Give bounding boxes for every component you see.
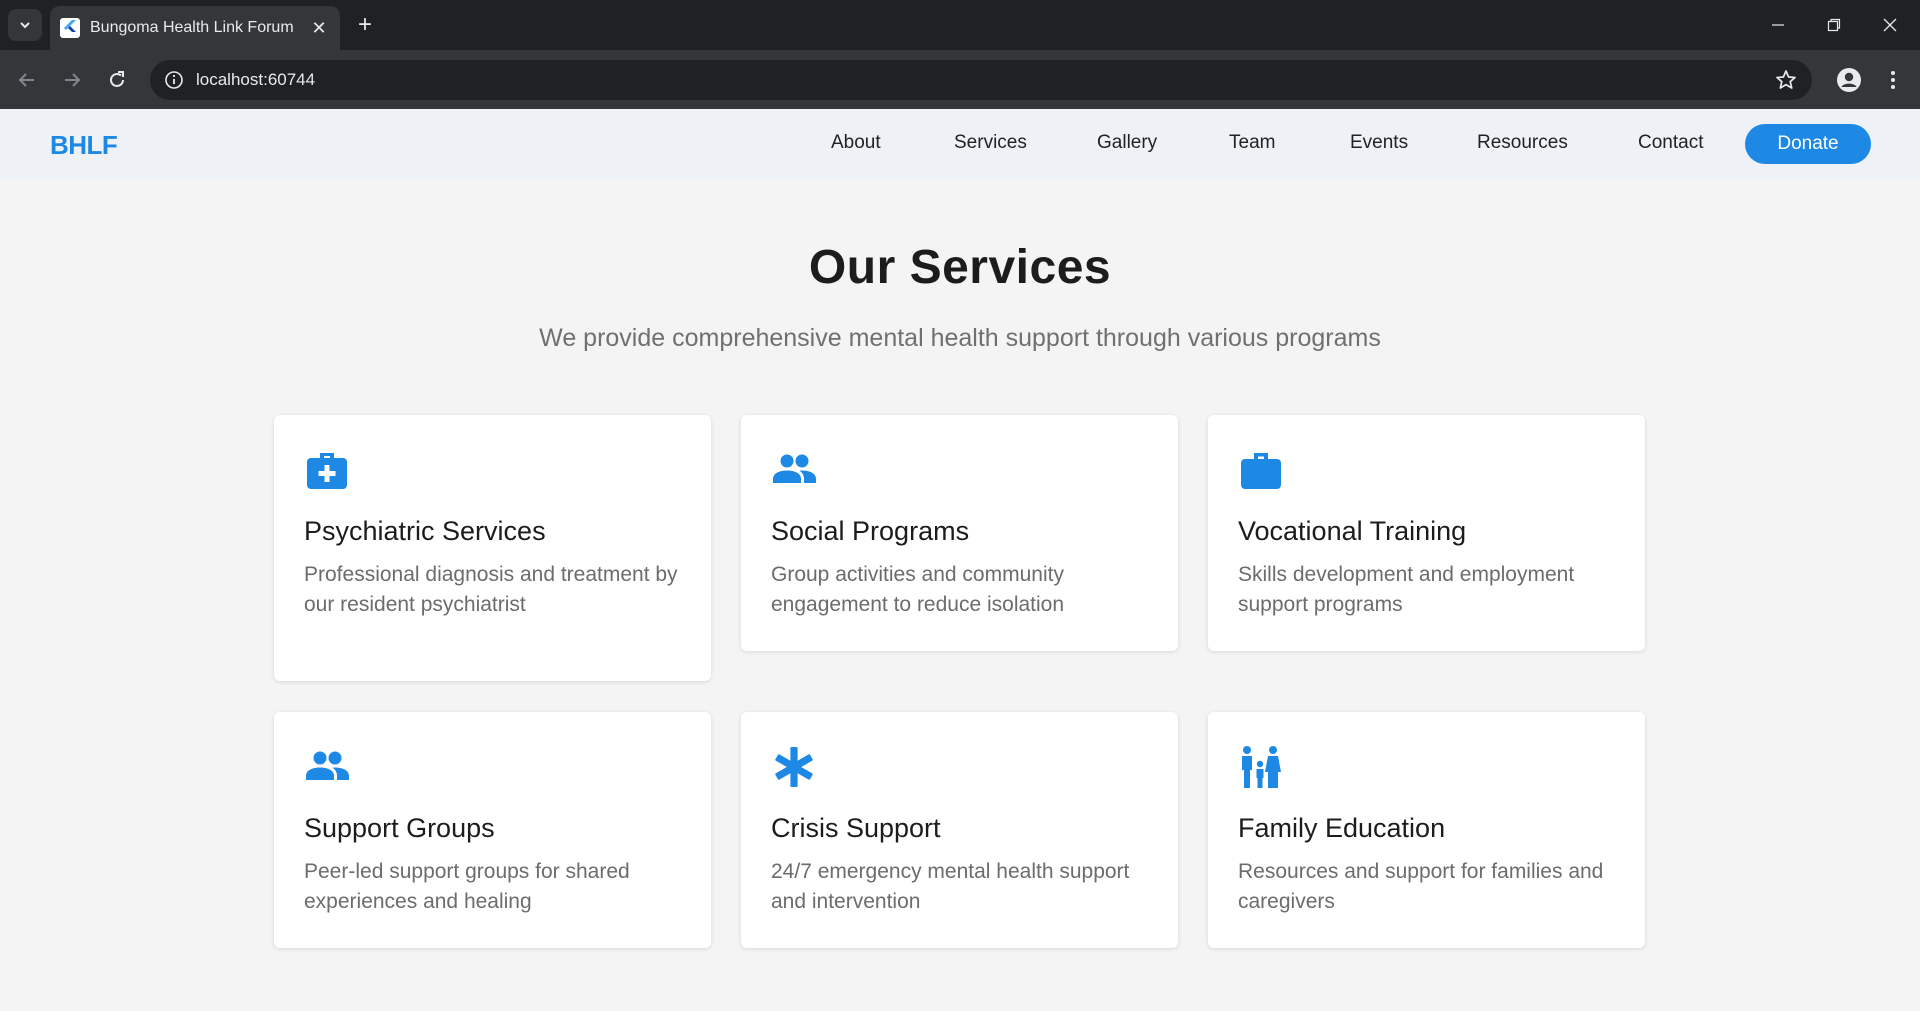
nav-team[interactable]: Team bbox=[1229, 132, 1275, 154]
nav-services[interactable]: Services bbox=[954, 132, 1027, 154]
service-card-crisis[interactable]: Crisis Support 24/7 emergency mental hea… bbox=[741, 712, 1178, 948]
site-info-icon[interactable] bbox=[164, 70, 184, 90]
nav-events[interactable]: Events bbox=[1350, 132, 1408, 154]
card-title: Support Groups bbox=[304, 813, 495, 843]
tab-title: Bungoma Health Link Forum bbox=[90, 19, 294, 36]
url-text[interactable]: localhost:60744 bbox=[196, 70, 315, 90]
nav-gallery[interactable]: Gallery bbox=[1097, 132, 1157, 154]
nav-contact[interactable]: Contact bbox=[1638, 132, 1703, 154]
forward-arrow-icon[interactable] bbox=[55, 63, 89, 97]
card-description: Peer-led support groups for shared exper… bbox=[304, 860, 630, 913]
service-card-social[interactable]: Social Programs Group activities and com… bbox=[741, 415, 1178, 651]
card-title: Crisis Support bbox=[771, 813, 941, 843]
briefcase-icon bbox=[1241, 453, 1281, 489]
chevron-down-icon bbox=[20, 22, 30, 29]
service-card-psychiatric[interactable]: Psychiatric Services Professional diagno… bbox=[274, 415, 711, 681]
profile-avatar-icon[interactable] bbox=[1832, 63, 1866, 97]
address-bar[interactable]: localhost:60744 bbox=[150, 60, 1812, 100]
reload-icon[interactable] bbox=[100, 63, 134, 97]
card-title: Social Programs bbox=[771, 516, 970, 546]
card-description: Skills development and employment suppor… bbox=[1238, 563, 1575, 616]
nav-resources[interactable]: Resources bbox=[1477, 132, 1568, 154]
donate-button[interactable]: Donate bbox=[1745, 124, 1871, 164]
tab-search-button[interactable] bbox=[8, 9, 42, 41]
back-arrow-icon[interactable] bbox=[10, 63, 44, 97]
site-logo[interactable]: BHLF bbox=[50, 130, 118, 161]
service-card-support-groups[interactable]: Support Groups Peer-led support groups f… bbox=[274, 712, 711, 948]
medical-kit-icon bbox=[307, 453, 347, 489]
asterisk-icon bbox=[775, 747, 813, 787]
site-header: BHLF About Services Gallery Team Events … bbox=[0, 109, 1920, 179]
card-description: Professional diagnosis and treatment by … bbox=[304, 563, 678, 616]
browser-toolbar: localhost:60744 bbox=[0, 50, 1920, 109]
close-tab-icon[interactable]: ✕ bbox=[308, 17, 330, 39]
family-icon bbox=[1242, 746, 1281, 788]
new-tab-icon[interactable]: + bbox=[352, 11, 378, 38]
close-window-icon[interactable] bbox=[1862, 0, 1918, 50]
service-card-vocational[interactable]: Vocational Training Skills development a… bbox=[1208, 415, 1645, 651]
card-description: Group activities and community engagemen… bbox=[771, 563, 1065, 616]
flutter-favicon-icon bbox=[60, 18, 80, 38]
card-title: Family Education bbox=[1238, 813, 1446, 843]
page-subtitle: We provide comprehensive mental health s… bbox=[539, 324, 1381, 352]
minimize-icon[interactable] bbox=[1750, 0, 1806, 50]
browser-tab[interactable]: Bungoma Health Link Forum ✕ bbox=[50, 6, 340, 50]
nav-about[interactable]: About bbox=[831, 132, 881, 154]
people-icon bbox=[773, 454, 816, 483]
card-description: Resources and support for families and c… bbox=[1238, 860, 1604, 913]
page-title: Our Services bbox=[808, 241, 1112, 294]
card-title: Vocational Training bbox=[1238, 516, 1467, 546]
card-title: Psychiatric Services bbox=[304, 516, 546, 546]
browser-tab-bar: Bungoma Health Link Forum ✕ + bbox=[0, 0, 1920, 50]
restore-icon[interactable] bbox=[1806, 0, 1862, 50]
people-icon bbox=[306, 751, 349, 780]
bookmark-star-icon[interactable] bbox=[1774, 68, 1798, 92]
card-description: 24/7 emergency mental health support and… bbox=[771, 860, 1130, 913]
more-options-icon[interactable] bbox=[1878, 63, 1908, 97]
service-card-family[interactable]: Family Education Resources and support f… bbox=[1208, 712, 1645, 948]
